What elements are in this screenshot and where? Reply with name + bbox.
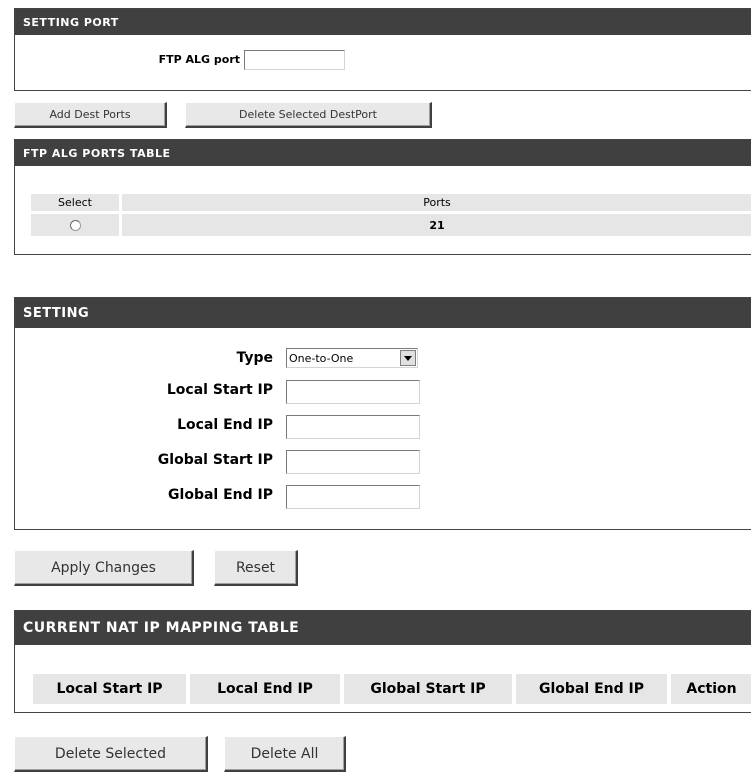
setting-port-title: SETTING PORT [15, 9, 751, 35]
delete-selected-button[interactable]: Delete Selected [14, 736, 208, 772]
local-end-ip-label: Local End IP [177, 417, 273, 433]
col-header-global-start-ip: Global Start IP [344, 674, 512, 704]
global-end-ip-label: Global End IP [168, 487, 273, 503]
ftp-alg-ports-title: FTP ALG PORTS TABLE [15, 140, 751, 166]
global-end-ip-input[interactable] [286, 485, 420, 509]
add-dest-ports-button[interactable]: Add Dest Ports [14, 102, 167, 128]
local-start-ip-label: Local Start IP [166, 382, 273, 398]
global-start-ip-label: Global Start IP [157, 452, 273, 468]
ftp-alg-port-input[interactable] [244, 50, 345, 70]
ftp-alg-port-label: FTP ALG port [158, 53, 240, 66]
mapping-table-title: CURRENT NAT IP MAPPING TABLE [15, 611, 751, 645]
reset-button[interactable]: Reset [214, 550, 298, 586]
ftp-alg-ports-panel: FTP ALG PORTS TABLE Select Ports 21 [14, 139, 751, 255]
setting-panel: SETTING Type One-to-One Local Start IP L… [14, 297, 751, 530]
col-header-global-end-ip: Global End IP [516, 674, 667, 704]
global-start-ip-input[interactable] [286, 450, 420, 474]
col-header-select: Select [31, 194, 119, 211]
port-select-radio[interactable] [69, 219, 81, 231]
type-select-value: One-to-One [289, 351, 354, 365]
mapping-table-panel: CURRENT NAT IP MAPPING TABLE Local Start… [14, 610, 751, 713]
type-label: Type [236, 350, 273, 366]
row-select-cell [31, 214, 119, 236]
local-start-ip-input[interactable] [286, 380, 420, 404]
apply-changes-button[interactable]: Apply Changes [14, 550, 194, 586]
type-select[interactable]: One-to-One [286, 348, 418, 368]
col-header-local-start-ip: Local Start IP [33, 674, 186, 704]
col-header-local-end-ip: Local End IP [190, 674, 340, 704]
row-port-cell: 21 [122, 214, 751, 236]
setting-title: SETTING [15, 298, 751, 328]
setting-port-panel: SETTING PORT FTP ALG port [14, 8, 751, 91]
chevron-down-icon[interactable] [400, 350, 416, 366]
delete-selected-destport-button[interactable]: Delete Selected DestPort [185, 102, 432, 128]
col-header-ports: Ports [122, 194, 751, 211]
col-header-action: Action [671, 674, 751, 704]
local-end-ip-input[interactable] [286, 415, 420, 439]
delete-all-button[interactable]: Delete All [224, 736, 346, 772]
